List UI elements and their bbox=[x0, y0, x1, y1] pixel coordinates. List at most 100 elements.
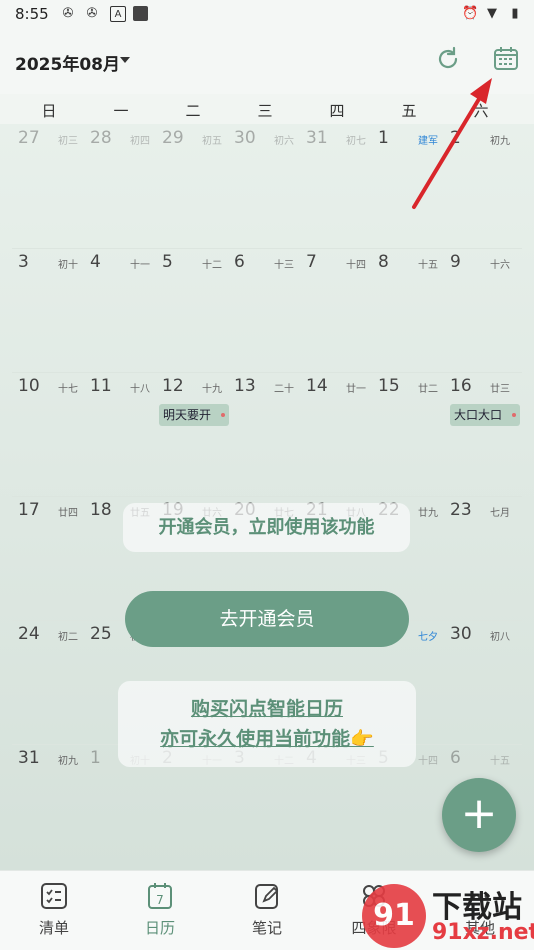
day-cell[interactable]: 3 初十 bbox=[12, 248, 84, 372]
day-cell[interactable]: 12 十九 bbox=[156, 372, 228, 496]
day-number: 7 bbox=[306, 252, 317, 272]
note-icon bbox=[255, 884, 279, 909]
lunar-date: 十二 bbox=[202, 260, 222, 271]
day-cell[interactable]: 11 十八 bbox=[84, 372, 156, 496]
week-divider bbox=[12, 248, 522, 249]
day-cell[interactable]: 2 初九 bbox=[444, 124, 516, 248]
day-number: 23 bbox=[450, 500, 472, 520]
site-watermark: 91 下载站 91xz.net bbox=[362, 880, 534, 950]
svg-text:7: 7 bbox=[156, 893, 164, 907]
day-cell[interactable]: 17 廿四 bbox=[12, 496, 84, 620]
lunar-date: 十九 bbox=[202, 384, 222, 395]
font-notification-icon: A bbox=[110, 6, 126, 22]
lunar-date: 初三 bbox=[58, 136, 78, 147]
day-cell[interactable]: 6 十三 bbox=[228, 248, 300, 372]
day-cell[interactable]: 8 十五 bbox=[372, 248, 444, 372]
day-cell[interactable]: 30 初六 bbox=[228, 124, 300, 248]
day-number: 13 bbox=[234, 376, 256, 396]
lunar-date: 廿三 bbox=[490, 384, 510, 395]
day-number: 24 bbox=[18, 624, 40, 644]
lunar-date: 十四 bbox=[418, 756, 438, 767]
buy-app-link[interactable]: 购买闪点智能日历 亦可永久使用当前功能👉 bbox=[118, 681, 416, 767]
day-number: 11 bbox=[90, 376, 112, 396]
buy-line-2: 亦可永久使用当前功能👉 bbox=[160, 728, 374, 750]
day-cell[interactable]: 24 初二 bbox=[12, 620, 84, 744]
lunar-date: 十六 bbox=[490, 260, 510, 271]
lunar-date: 廿九 bbox=[418, 508, 438, 519]
day-cell[interactable]: 29 初五 bbox=[156, 124, 228, 248]
day-cell[interactable]: 31 初七 bbox=[300, 124, 372, 248]
weekday-label: 一 bbox=[113, 102, 129, 120]
event-chip[interactable]: 明天要开 bbox=[159, 404, 229, 426]
day-number: 31 bbox=[18, 748, 40, 768]
lunar-date: 初八 bbox=[490, 632, 510, 643]
battery-icon: ▮ bbox=[511, 6, 519, 21]
day-number: 27 bbox=[18, 128, 40, 148]
lunar-date: 初九 bbox=[58, 756, 78, 767]
week-divider bbox=[12, 372, 522, 373]
lunar-date: 初二 bbox=[58, 632, 78, 643]
lunar-date: 十四 bbox=[346, 260, 366, 271]
day-cell[interactable]: 4 十一 bbox=[84, 248, 156, 372]
member-required-message: 开通会员，立即使用该功能 bbox=[123, 503, 410, 552]
day-cell[interactable]: 30 初八 bbox=[444, 620, 516, 744]
calendar-icon: 7 bbox=[148, 883, 172, 909]
day-number: 4 bbox=[90, 252, 101, 272]
lunar-date: 初九 bbox=[490, 136, 510, 147]
watermark-url: 91xz.net bbox=[432, 920, 534, 945]
day-number: 12 bbox=[162, 376, 184, 396]
tab-notes[interactable]: 笔记 bbox=[227, 881, 307, 938]
tab-calendar[interactable]: 7 日历 bbox=[120, 881, 200, 938]
event-dot bbox=[221, 413, 225, 417]
day-cell[interactable]: 27 初三 bbox=[12, 124, 84, 248]
weekday-label: 二 bbox=[185, 102, 201, 120]
day-cell[interactable]: 1 建军 bbox=[372, 124, 444, 248]
event-title: 明天要开 bbox=[163, 408, 212, 422]
weekday-label: 五 bbox=[401, 102, 417, 120]
day-cell[interactable]: 16 廿三 bbox=[444, 372, 516, 496]
tab-list[interactable]: 清单 bbox=[14, 881, 94, 938]
tab-label: 清单 bbox=[38, 919, 69, 937]
lunar-date: 十一 bbox=[130, 260, 150, 271]
week-divider bbox=[12, 496, 522, 497]
day-cell[interactable]: 23 七月 bbox=[444, 496, 516, 620]
notification-square-icon bbox=[133, 6, 148, 21]
day-cell[interactable]: 5 十二 bbox=[156, 248, 228, 372]
day-number: 28 bbox=[90, 128, 112, 148]
lunar-date: 十五 bbox=[490, 756, 510, 767]
add-button[interactable]: + bbox=[442, 778, 516, 852]
day-number: 2 bbox=[450, 128, 461, 148]
day-number: 10 bbox=[18, 376, 40, 396]
alarm-icon: ⏰ bbox=[462, 6, 479, 21]
chevron-down-icon[interactable] bbox=[120, 57, 130, 63]
day-cell[interactable]: 10 十七 bbox=[12, 372, 84, 496]
lunar-date: 初五 bbox=[202, 136, 222, 147]
event-dot bbox=[512, 413, 516, 417]
day-cell[interactable]: 9 十六 bbox=[444, 248, 516, 372]
day-cell[interactable]: 7 十四 bbox=[300, 248, 372, 372]
weekday-label: 三 bbox=[257, 102, 273, 120]
lunar-date: 七夕 bbox=[418, 632, 438, 643]
day-cell[interactable]: 28 初四 bbox=[84, 124, 156, 248]
event-title: 大口大口 bbox=[454, 408, 503, 422]
weekday-label: 日 bbox=[41, 102, 57, 120]
weekday-label: 四 bbox=[329, 102, 345, 120]
calendar-view-icon[interactable] bbox=[491, 44, 521, 74]
day-cell[interactable]: 13 二十 bbox=[228, 372, 300, 496]
day-number: 1 bbox=[378, 128, 389, 148]
refresh-icon[interactable] bbox=[433, 44, 463, 74]
event-chip[interactable]: 大口大口 bbox=[450, 404, 520, 426]
open-membership-button[interactable]: 去开通会员 bbox=[125, 591, 409, 647]
day-cell[interactable]: 14 廿一 bbox=[300, 372, 372, 496]
day-cell[interactable]: 31 初九 bbox=[12, 744, 84, 868]
lunar-date: 十五 bbox=[418, 260, 438, 271]
month-selector[interactable]: 2025年08月 bbox=[15, 50, 120, 75]
lunar-date: 廿四 bbox=[58, 508, 78, 519]
lunar-date: 廿一 bbox=[346, 384, 366, 395]
day-cell[interactable]: 15 廿二 bbox=[372, 372, 444, 496]
lunar-date: 十七 bbox=[58, 384, 78, 395]
day-number: 16 bbox=[450, 376, 472, 396]
day-number: 15 bbox=[378, 376, 400, 396]
status-bar: 8:55 ✇ ✇ A ⏰ ▼ ▮ bbox=[0, 0, 534, 30]
day-number: 25 bbox=[90, 624, 112, 644]
